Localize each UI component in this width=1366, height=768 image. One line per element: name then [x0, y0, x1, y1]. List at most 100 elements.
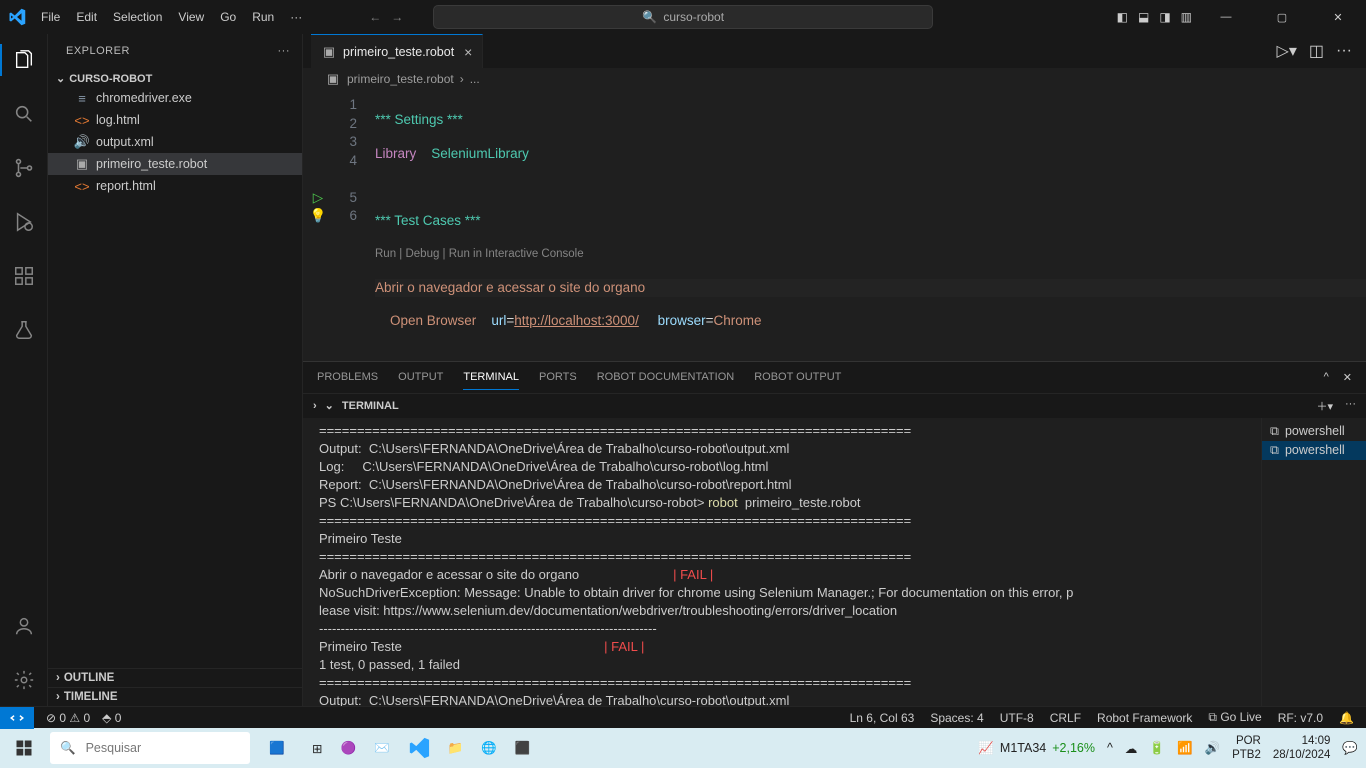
copilot-icon[interactable]: 🟣 — [340, 741, 356, 756]
layout-custom-icon[interactable]: ▥ — [1181, 10, 1192, 24]
cmd-task-icon[interactable]: ⬛ — [515, 741, 531, 756]
tray-up-icon[interactable]: ^ — [1107, 741, 1113, 755]
activity-scm-icon[interactable] — [0, 148, 48, 188]
panel-close-icon[interactable]: ✕ — [1343, 371, 1352, 384]
code-lens[interactable]: Run | Debug | Run in Interactive Console — [375, 245, 1366, 264]
menu-edit[interactable]: Edit — [69, 6, 104, 28]
explorer-title: EXPLORER — [66, 45, 130, 57]
tray-lang[interactable]: PORPTB2 — [1232, 734, 1261, 762]
ptab-robot-doc[interactable]: ROBOT DOCUMENTATION — [597, 371, 735, 383]
tab-more-icon[interactable]: ··· — [1336, 42, 1352, 60]
status-golive[interactable]: ⧉ Go Live — [1208, 710, 1261, 725]
tab-close-icon[interactable]: × — [464, 44, 472, 60]
file-log-html[interactable]: <>log.html — [48, 109, 302, 131]
tray-wifi-icon[interactable]: 📶 — [1177, 741, 1193, 756]
file-output-xml[interactable]: 🔊output.xml — [48, 131, 302, 153]
ptab-robot-output[interactable]: ROBOT OUTPUT — [754, 371, 841, 383]
layout-bottom-icon[interactable]: ⬓ — [1138, 10, 1149, 24]
status-rf[interactable]: RF: v7.0 — [1278, 711, 1323, 725]
file-primeiro-teste[interactable]: ▣primeiro_teste.robot — [48, 153, 302, 175]
t-cmd: robot — [708, 495, 738, 510]
status-eol[interactable]: CRLF — [1050, 711, 1081, 725]
outline-section[interactable]: ›OUTLINE — [48, 668, 302, 687]
task-view-icon[interactable]: ⊞ — [312, 741, 322, 756]
new-terminal-icon[interactable]: ＋▾ — [1316, 398, 1333, 414]
status-ports[interactable]: ⬘ 0 — [102, 711, 121, 725]
terminal-list-item[interactable]: ⧉powershell — [1262, 441, 1366, 460]
tray-sound-icon[interactable]: 🔊 — [1205, 741, 1221, 756]
status-problems[interactable]: ⊘ 0 ⚠ 0 — [46, 711, 90, 725]
nav-back-icon[interactable]: ← — [369, 10, 381, 24]
activity-settings-icon[interactable] — [0, 660, 48, 700]
run-glyph-icon[interactable]: ▷ — [303, 189, 333, 208]
crumb-more: ... — [470, 72, 480, 86]
menu-more-icon[interactable]: ··· — [283, 6, 309, 28]
nav-fwd-icon[interactable]: → — [391, 10, 403, 24]
file-report-html[interactable]: <>report.html — [48, 175, 302, 197]
explorer-more-icon[interactable]: ··· — [278, 45, 291, 57]
taskbar-search[interactable]: 🔍 Pesquisar — [50, 732, 250, 764]
ptab-ports[interactable]: PORTS — [539, 371, 577, 383]
status-bell-icon[interactable]: 🔔 — [1339, 711, 1354, 725]
activity-run-icon[interactable] — [0, 202, 48, 242]
cortana-icon[interactable]: 🟦 — [256, 734, 298, 762]
window-max-icon[interactable]: ▢ — [1260, 0, 1304, 34]
lightbulb-icon[interactable]: 💡 — [303, 207, 333, 226]
tray-onedrive-icon[interactable]: ☁ — [1125, 741, 1138, 756]
activity-explorer-icon[interactable] — [0, 40, 48, 80]
ptab-terminal[interactable]: TERMINAL — [463, 371, 519, 390]
panel-max-icon[interactable]: ^ — [1324, 371, 1329, 384]
terminal-list-item[interactable]: ⧉powershell — [1262, 422, 1366, 441]
chevron-down-icon[interactable]: ⌄ — [325, 399, 334, 412]
menu-run[interactable]: Run — [245, 6, 281, 28]
tray-clock[interactable]: 14:0928/10/2024 — [1273, 734, 1331, 762]
tray-battery-icon[interactable]: 🔋 — [1149, 741, 1165, 756]
menu-file[interactable]: File — [34, 6, 67, 28]
status-lang[interactable]: Robot Framework — [1097, 711, 1192, 725]
mail-icon[interactable]: ✉️ — [374, 741, 390, 756]
timeline-section[interactable]: ›TIMELINE — [48, 687, 302, 706]
activity-extensions-icon[interactable] — [0, 256, 48, 296]
activity-testing-icon[interactable] — [0, 310, 48, 350]
breadcrumb[interactable]: ▣ primeiro_teste.robot › ... — [303, 68, 1366, 90]
project-header[interactable]: ⌄ CURSO-ROBOT — [48, 70, 302, 87]
status-encoding[interactable]: UTF-8 — [1000, 711, 1034, 725]
menu-go[interactable]: Go — [213, 6, 243, 28]
activity-account-icon[interactable] — [0, 606, 48, 646]
vscode-task-icon[interactable] — [408, 737, 430, 759]
code-editor[interactable]: ▷ 💡 123456 *** Settings *** Library Sele… — [303, 90, 1366, 361]
start-button[interactable] — [0, 739, 48, 757]
layout-right-icon[interactable]: ◨ — [1159, 10, 1170, 24]
chevron-right-icon[interactable]: › — [313, 400, 317, 412]
command-center[interactable]: 🔍 curso-robot — [433, 5, 933, 29]
menu-view[interactable]: View — [171, 6, 211, 28]
terminal-more-icon[interactable]: ··· — [1345, 398, 1356, 414]
terminal-list: ⧉powershell ⧉powershell — [1261, 418, 1366, 707]
window-min-icon[interactable]: — — [1204, 0, 1248, 34]
ptab-output[interactable]: OUTPUT — [398, 371, 443, 383]
window-close-icon[interactable]: ✕ — [1316, 0, 1360, 34]
ptab-problems[interactable]: PROBLEMS — [317, 371, 378, 383]
layout-left-icon[interactable]: ◧ — [1117, 10, 1128, 24]
terminal-output[interactable]: ========================================… — [303, 418, 1261, 707]
file-icon: ▣ — [325, 71, 341, 87]
file-chromedriver[interactable]: ≡chromedriver.exe — [48, 87, 302, 109]
tray-notifications-icon[interactable]: 💬 — [1342, 741, 1358, 756]
remote-icon[interactable] — [0, 707, 34, 729]
explorer-task-icon[interactable]: 📁 — [448, 741, 464, 756]
t-line: lease visit: https://www.selenium.dev/do… — [319, 603, 897, 618]
run-play-icon[interactable]: ▷▾ — [1277, 41, 1297, 61]
split-editor-icon[interactable]: ◫ — [1309, 41, 1324, 61]
timeline-label: TIMELINE — [64, 691, 118, 703]
menu-selection[interactable]: Selection — [106, 6, 169, 28]
status-lncol[interactable]: Ln 6, Col 63 — [850, 711, 915, 725]
stock-widget[interactable]: 📈 M1TA34 +2,16% — [978, 741, 1095, 756]
search-text: curso-robot — [663, 10, 724, 24]
code-content[interactable]: *** Settings *** Library SeleniumLibrary… — [367, 90, 1366, 361]
activity-search-icon[interactable] — [0, 94, 48, 134]
chrome-task-icon[interactable]: 🌐 — [481, 741, 497, 756]
status-spaces[interactable]: Spaces: 4 — [930, 711, 983, 725]
menu-bar: File Edit Selection View Go Run ··· — [34, 6, 309, 28]
tab-primeiro-teste[interactable]: ▣ primeiro_teste.robot × — [311, 34, 483, 68]
t-line: primeiro_teste.robot — [738, 495, 861, 510]
